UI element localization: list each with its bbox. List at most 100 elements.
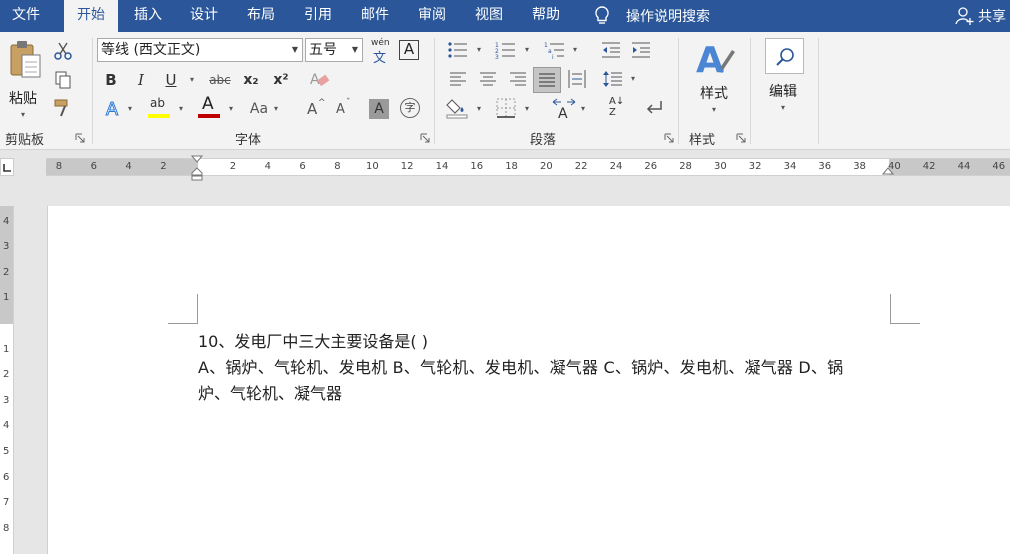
character-shading-button[interactable]: A	[369, 99, 389, 119]
numbering-icon[interactable]: 1 2 3	[495, 40, 517, 60]
sort-glyph-z: Z	[609, 107, 616, 118]
styles-label: 样式	[700, 86, 728, 102]
clear-formatting-icon[interactable]: A	[308, 68, 330, 90]
chevron-down-icon[interactable]: ▾	[179, 104, 183, 113]
ruler-number: 42	[922, 161, 936, 172]
paste-button[interactable]: 粘贴 ▾	[6, 40, 44, 120]
ruler-number: 18	[505, 161, 518, 172]
bullets-icon[interactable]	[447, 40, 469, 60]
tab-review[interactable]: 审阅	[406, 0, 458, 32]
font-color-button[interactable]: A	[198, 94, 222, 120]
person-add-icon	[955, 7, 974, 25]
vertical-ruler[interactable]: 4 3 2 1 1 2 3 4 5 6 7 8	[0, 206, 14, 554]
document-page[interactable]	[47, 206, 1010, 554]
ruler-number: 8	[3, 522, 10, 534]
tab-selector[interactable]	[0, 158, 14, 176]
chevron-down-icon: ▼	[291, 45, 298, 54]
tab-file[interactable]: 文件	[0, 0, 52, 32]
sort-button[interactable]: A↓ Z	[608, 96, 630, 120]
document-line[interactable]: 10、发电厂中三大主要设备是( )	[198, 328, 428, 352]
copy-icon[interactable]	[53, 70, 73, 90]
chevron-down-icon[interactable]: ▾	[229, 104, 233, 113]
distributed-icon[interactable]	[566, 69, 588, 89]
format-painter-icon[interactable]	[53, 98, 73, 118]
bold-button[interactable]: B	[101, 70, 121, 90]
group-separator	[434, 38, 435, 144]
superscript-button[interactable]: x²	[270, 70, 292, 90]
chevron-down-icon[interactable]: ▾	[525, 45, 529, 54]
ruler-number: 36	[818, 161, 832, 172]
ruler-number: 1	[3, 292, 10, 304]
change-case-button[interactable]: Aa	[247, 98, 271, 120]
tab-references[interactable]: 引用	[292, 0, 344, 32]
dialog-launcher-icon[interactable]	[736, 133, 746, 143]
strikethrough-button[interactable]: abc	[205, 70, 235, 90]
chevron-down-icon[interactable]: ▾	[128, 104, 132, 113]
ruler-number: 7	[3, 497, 10, 509]
phonetic-guide-char: 文	[373, 51, 387, 66]
align-center-icon[interactable]	[478, 70, 498, 88]
dialog-launcher-icon[interactable]	[420, 133, 430, 143]
shrink-font-glyph: A	[336, 102, 345, 117]
tab-layout[interactable]: 布局	[235, 0, 287, 32]
tab-insert[interactable]: 插入	[122, 0, 174, 32]
phonetic-guide-button[interactable]: wén 文	[369, 38, 391, 66]
tab-design[interactable]: 设计	[178, 0, 230, 32]
chevron-down-icon[interactable]: ▾	[525, 104, 529, 113]
font-size-combo[interactable]: 五号 ▼	[305, 38, 363, 62]
font-name-combo[interactable]: 等线 (西文正文) ▼	[97, 38, 303, 62]
shading-icon[interactable]	[446, 97, 470, 119]
ruler-number: 26	[644, 161, 658, 172]
decrease-indent-icon[interactable]	[600, 40, 622, 60]
ruler-number: 14	[435, 161, 449, 172]
multilevel-list-icon[interactable]: 1 a i	[544, 40, 566, 60]
right-indent-marker[interactable]	[882, 167, 894, 177]
cut-icon[interactable]	[53, 41, 73, 61]
hanging-indent-marker[interactable]	[191, 167, 203, 181]
borders-icon[interactable]	[495, 97, 517, 119]
align-right-icon[interactable]	[508, 70, 528, 88]
text-effects-button[interactable]: A	[101, 98, 123, 120]
dialog-launcher-icon[interactable]	[664, 133, 674, 143]
character-border-button[interactable]: A	[399, 40, 419, 60]
show-formatting-icon[interactable]	[643, 97, 665, 119]
tell-me-search[interactable]: 操作说明搜索	[592, 0, 710, 32]
chevron-down-icon[interactable]: ▾	[631, 74, 635, 83]
chevron-down-icon[interactable]: ▾	[274, 104, 278, 113]
document-line[interactable]: 炉、气轮机、凝气器	[198, 380, 342, 404]
align-left-icon[interactable]	[448, 70, 468, 88]
asian-layout-icon[interactable]: A	[552, 97, 576, 119]
document-line[interactable]: A、锅炉、气轮机、发电机 B、气轮机、发电机、凝气器 C、锅炉、发电机、凝气器 …	[198, 354, 843, 378]
justify-button[interactable]	[533, 67, 561, 93]
dialog-launcher-icon[interactable]	[75, 133, 85, 143]
italic-button[interactable]: I	[131, 70, 151, 90]
ruler-number: 2	[160, 161, 167, 172]
first-line-indent-marker[interactable]	[191, 155, 203, 165]
increase-indent-icon[interactable]	[630, 40, 652, 60]
enclose-characters-button[interactable]: 字	[400, 98, 420, 118]
ruler-number: 16	[470, 161, 484, 172]
styles-gallery-button[interactable]: A 样式 ▾	[692, 38, 738, 118]
chevron-down-icon[interactable]: ▾	[573, 45, 577, 54]
share-button[interactable]: 共享	[955, 0, 1006, 32]
chevron-down-icon[interactable]: ▾	[190, 75, 194, 84]
tab-home[interactable]: 开始	[64, 0, 118, 32]
horizontal-ruler[interactable]: 8 6 4 2 2 4 6 8 10 12 14 16 18 20 22 24 26 28 30 32 34 36 38 40…	[46, 155, 1010, 181]
shrink-font-button[interactable]: A ˇ	[334, 98, 356, 120]
tab-view[interactable]: 视图	[463, 0, 515, 32]
tab-mailings[interactable]: 邮件	[349, 0, 401, 32]
ruler-number: 3	[3, 394, 10, 406]
ruler-number: 2	[3, 266, 10, 278]
ruler-number: 28	[679, 161, 692, 172]
chevron-down-icon[interactable]: ▾	[581, 104, 585, 113]
chevron-down-icon[interactable]: ▾	[477, 104, 481, 113]
tab-help[interactable]: 帮助	[520, 0, 572, 32]
line-spacing-icon[interactable]	[602, 69, 624, 89]
chevron-down-icon[interactable]: ▾	[477, 45, 481, 54]
font-name-value: 等线 (西文正文)	[101, 42, 201, 58]
highlight-button[interactable]: ab	[148, 96, 172, 120]
editing-button[interactable]: 编辑 ▾	[764, 38, 806, 118]
underline-button[interactable]: U	[161, 70, 181, 90]
subscript-button[interactable]: x₂	[240, 70, 262, 90]
grow-font-button[interactable]: A ^	[305, 98, 327, 120]
